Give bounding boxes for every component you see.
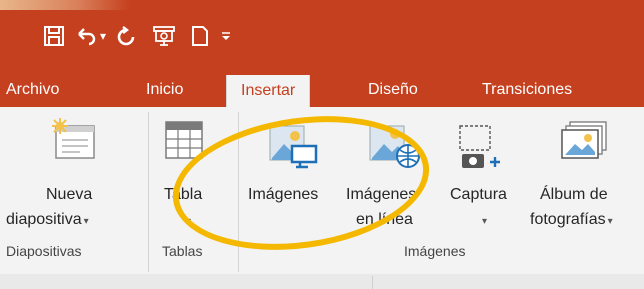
pane-divider [372, 276, 373, 289]
screenshot-icon[interactable] [456, 124, 500, 175]
table-icon[interactable] [164, 118, 204, 165]
group-separator [148, 112, 149, 272]
tab-insertar[interactable]: Insertar [226, 75, 311, 111]
tab-diseno[interactable]: Diseño [368, 73, 418, 107]
pictures-icon[interactable] [268, 124, 322, 175]
tab-inicio[interactable]: Inicio [146, 73, 183, 107]
save-icon[interactable] [40, 22, 68, 50]
new-slide-icon[interactable] [50, 118, 96, 165]
dropdown-caret-icon: ▾ [83, 216, 89, 227]
group-label-imagenes: Imágenes [404, 243, 466, 259]
table-dropdown-caret-icon[interactable]: ▾ [184, 208, 191, 234]
dropdown-caret-icon: ▾ [607, 216, 613, 227]
redo-icon[interactable] [112, 22, 140, 50]
photo-album-icon[interactable] [560, 120, 612, 171]
pictures-label[interactable]: Imágenes [248, 183, 318, 207]
table-label[interactable]: Tabla [164, 183, 202, 207]
screenshot-dropdown-caret-icon[interactable]: ▾ [480, 208, 487, 234]
workspace-strip [0, 274, 644, 289]
online-pictures-icon[interactable] [368, 124, 422, 175]
group-label-diapositivas: Diapositivas [6, 243, 82, 259]
photo-album-label-line2[interactable]: fotografías ▾ [530, 208, 613, 234]
photo-album-label[interactable]: Álbum de [540, 183, 608, 207]
new-slide-label[interactable]: Nueva [46, 183, 92, 207]
online-pictures-label[interactable]: Imágenes [346, 183, 416, 207]
background-decoration [0, 0, 130, 10]
photo-album-label-text: fotografías [530, 211, 606, 228]
new-slide-label-text: diapositiva [6, 211, 82, 228]
new-slide-label-line2[interactable]: diapositiva ▾ [6, 208, 89, 234]
new-document-icon[interactable] [186, 22, 214, 50]
present-from-start-icon[interactable] [150, 22, 178, 50]
online-pictures-label-line2[interactable]: en línea [356, 208, 413, 232]
screenshot-label[interactable]: Captura [450, 183, 507, 207]
tab-archivo[interactable]: Archivo [6, 73, 59, 107]
group-label-tablas: Tablas [162, 243, 203, 259]
undo-dropdown-icon[interactable]: ▾ [96, 22, 110, 50]
customize-qat-icon[interactable] [218, 22, 234, 50]
group-separator [238, 112, 239, 272]
tab-transiciones[interactable]: Transiciones [482, 73, 572, 107]
